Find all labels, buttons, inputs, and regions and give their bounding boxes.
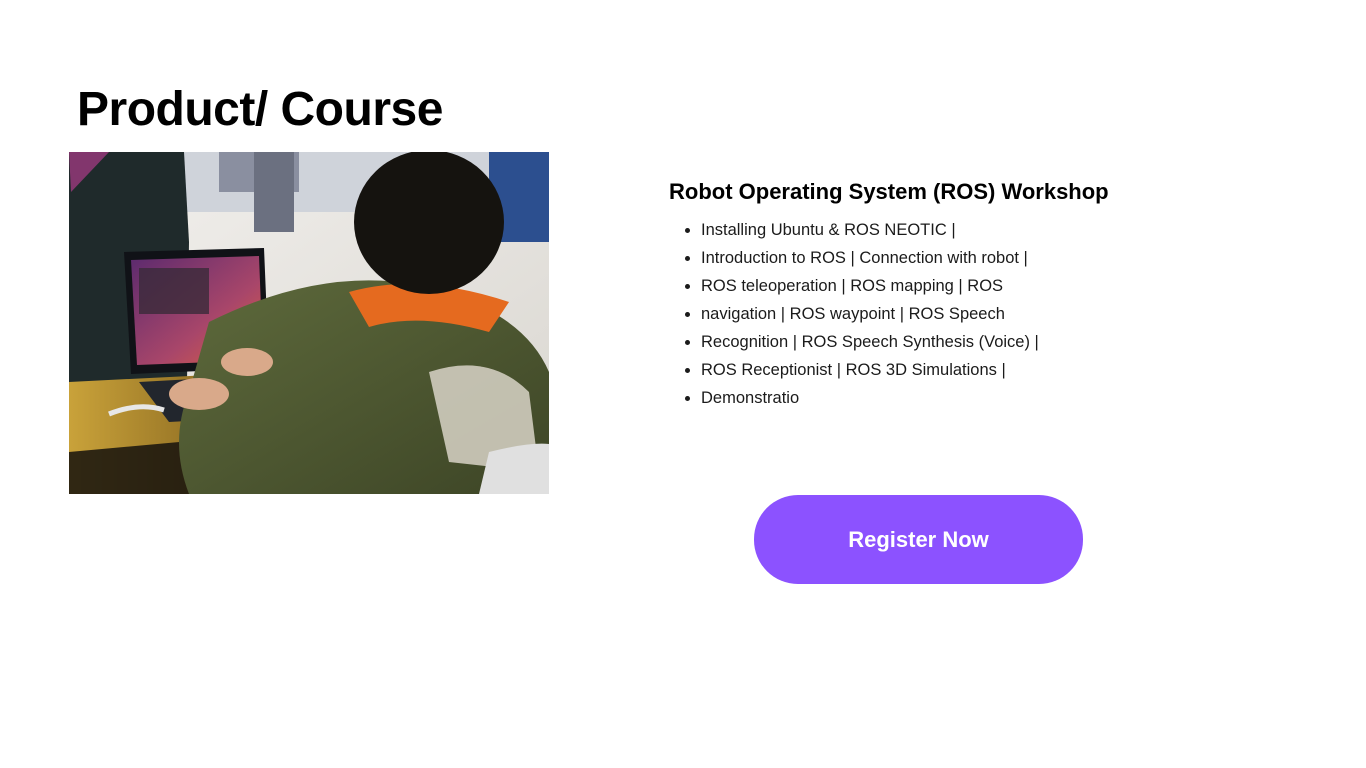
course-details: Robot Operating System (ROS) Workshop In… [669,176,1229,412]
course-title: Robot Operating System (ROS) Workshop [669,179,1109,204]
topic-item: navigation | ROS waypoint | ROS Speech [701,300,1229,328]
topic-item: Demonstratio [701,384,1229,412]
topic-list: Installing Ubuntu & ROS NEOTIC | Introdu… [669,216,1229,412]
topic-item: Recognition | ROS Speech Synthesis (Voic… [701,328,1229,356]
page-title: Product/ Course [77,83,443,136]
workshop-photo [69,152,549,494]
register-now-button[interactable]: Register Now [754,495,1083,584]
topic-item: ROS Receptionist | ROS 3D Simulations | [701,356,1229,384]
topic-item: Introduction to ROS | Connection with ro… [701,244,1229,272]
topic-item: Installing Ubuntu & ROS NEOTIC | [701,216,1229,244]
topic-item: ROS teleoperation | ROS mapping | ROS [701,272,1229,300]
